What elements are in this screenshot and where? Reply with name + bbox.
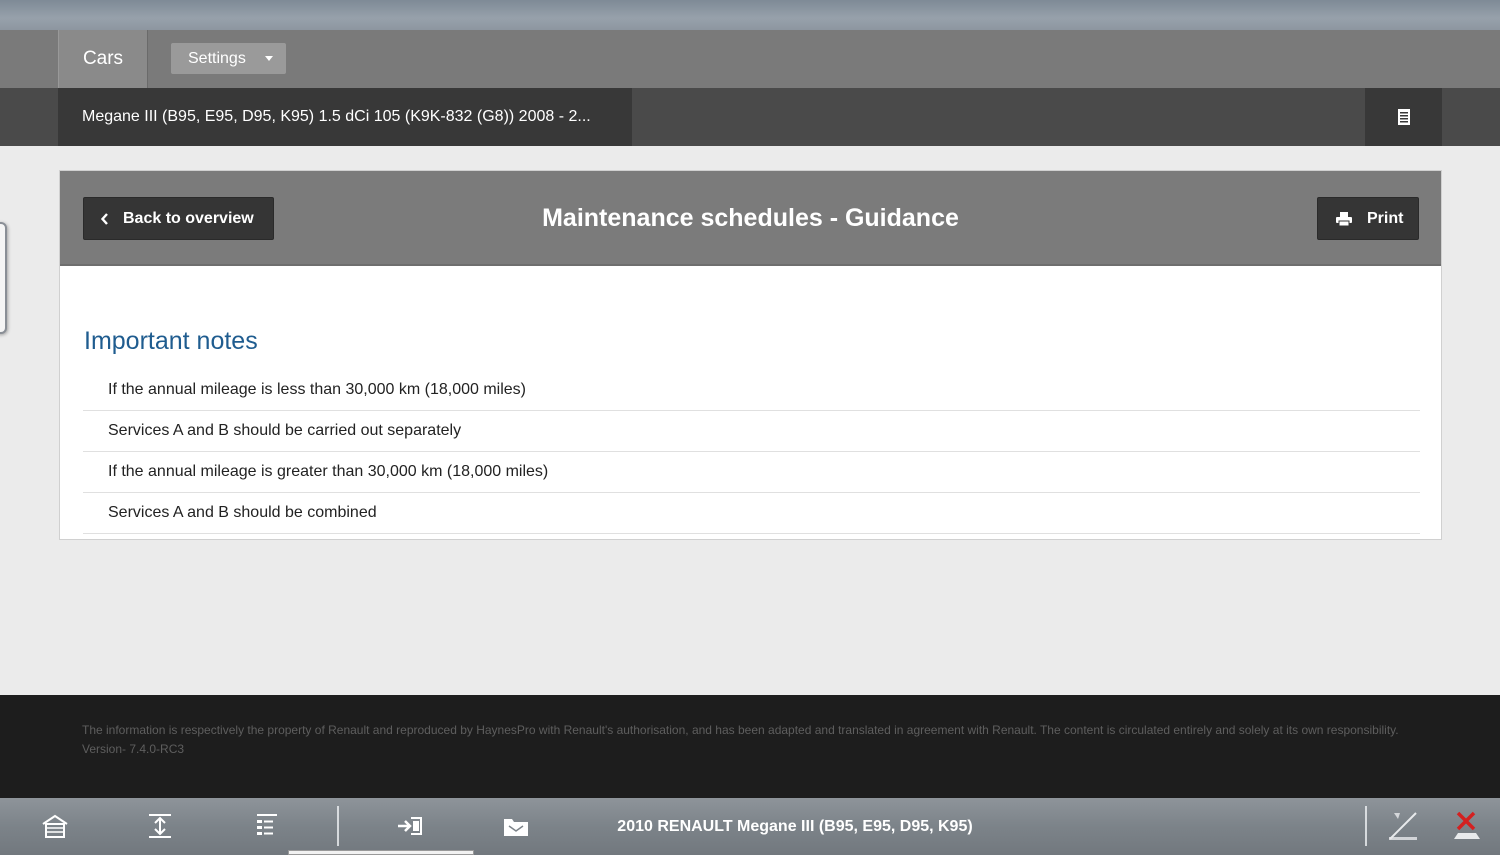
toolbar-vehicle-label: 2010 RENAULT Megane III (B95, E95, D95, …: [617, 817, 973, 835]
toolbar-divider: [1365, 806, 1367, 846]
list-item: If the annual mileage is less than 30,00…: [83, 370, 1420, 411]
side-panel-handle[interactable]: [0, 222, 7, 334]
list-item: Services A and B should be combined: [83, 493, 1420, 534]
important-notes-heading: Important notes: [84, 327, 258, 355]
bottom-toolbar: 2010 RENAULT Megane III (B95, E95, D95, …: [0, 798, 1500, 855]
document-button[interactable]: [1365, 88, 1442, 146]
close-icon: [1454, 811, 1480, 839]
expand-button[interactable]: [140, 806, 180, 846]
transfer-icon: [398, 817, 422, 835]
list-item: Services A and B should be carried out s…: [83, 411, 1420, 452]
window-top-strip: [0, 0, 1500, 30]
toolbar-divider: [337, 806, 339, 846]
vehicle-bar: Megane III (B95, E95, D95, K95) 1.5 dCi …: [0, 88, 1500, 146]
home-icon: [42, 814, 68, 838]
list-item: If the annual mileage is greater than 30…: [83, 452, 1420, 493]
footer: The information is respectively the prop…: [0, 695, 1500, 798]
chevron-down-icon: [265, 56, 273, 61]
back-to-overview-button[interactable]: Back to overview: [83, 197, 274, 240]
expand-icon: [149, 814, 171, 838]
print-button[interactable]: Print: [1317, 197, 1419, 240]
folder-icon: [504, 819, 528, 836]
bottom-tab-handle[interactable]: [288, 850, 474, 855]
printer-icon: [1336, 211, 1352, 226]
notes-list: If the annual mileage is less than 30,00…: [83, 370, 1420, 534]
document-icon: [1397, 109, 1410, 125]
stylus-button[interactable]: [1383, 806, 1423, 846]
back-button-label: Back to overview: [123, 209, 254, 227]
folder-button[interactable]: [496, 806, 536, 846]
list-icon: [257, 814, 277, 835]
stylus-icon: [1389, 812, 1417, 840]
vehicle-title: Megane III (B95, E95, D95, K95) 1.5 dCi …: [58, 88, 632, 146]
print-button-label: Print: [1367, 209, 1404, 227]
footer-disclaimer: The information is respectively the prop…: [82, 723, 1399, 737]
settings-dropdown[interactable]: Settings: [171, 43, 286, 74]
list-button[interactable]: [245, 806, 285, 846]
content-panel: Back to overview Maintenance schedules -…: [59, 170, 1442, 540]
tab-cars[interactable]: Cars: [58, 30, 148, 88]
exit-button[interactable]: [1447, 806, 1487, 846]
home-button[interactable]: [35, 806, 75, 846]
transfer-button[interactable]: [390, 806, 430, 846]
footer-version: Version- 7.4.0-RC3: [82, 742, 185, 756]
panel-header: Back to overview Maintenance schedules -…: [60, 171, 1441, 266]
tab-bar: Cars Settings: [0, 30, 1500, 88]
settings-label: Settings: [188, 49, 246, 67]
chevron-left-icon: [101, 212, 108, 225]
